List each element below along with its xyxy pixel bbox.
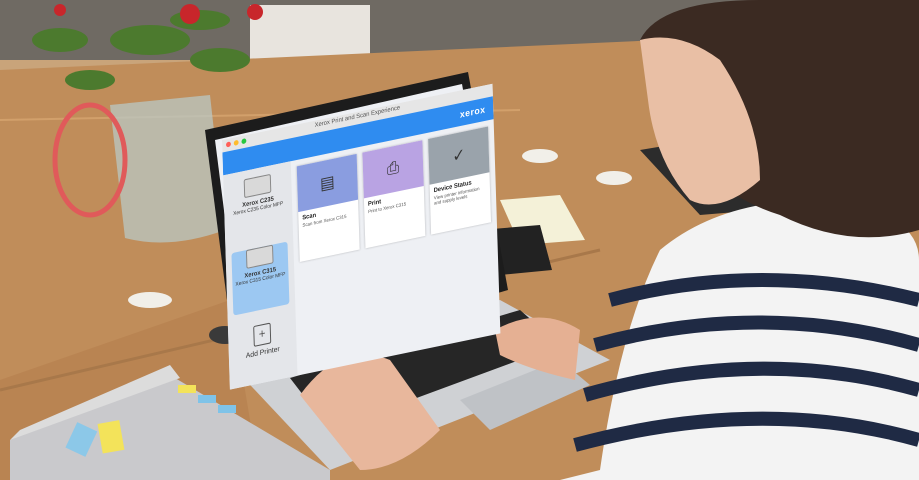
printer-card-c235[interactable]: Xerox C235 Xerox C235 Color MFP: [229, 171, 287, 245]
add-printer-button[interactable]: + Add Printer: [234, 318, 291, 362]
printer-icon: [245, 244, 274, 269]
printer-card-c315[interactable]: Xerox C315 Xerox C315 Color MFP: [231, 241, 290, 316]
device-status-tile[interactable]: ✓ Device Status View printer information…: [428, 126, 492, 235]
checkmark-icon: ✓: [428, 126, 490, 185]
photo-scene: Xerox Print and Scan Experience xerox Xe…: [0, 0, 919, 480]
scan-tile[interactable]: ▤ Scan Scan from Xerox C315: [296, 153, 360, 263]
print-tile[interactable]: ⎙ Print Print to Xerox C315: [362, 140, 426, 249]
printer-icon: [243, 173, 272, 199]
add-icon: +: [253, 322, 272, 347]
printer-sidebar: Xerox C235 Xerox C235 Color MFP Xerox C3…: [223, 161, 298, 390]
add-printer-label: Add Printer: [245, 345, 280, 361]
brand-logo: xerox: [459, 104, 486, 120]
printer-icon: ⎙: [362, 140, 424, 199]
scanner-icon: ▤: [296, 153, 359, 213]
